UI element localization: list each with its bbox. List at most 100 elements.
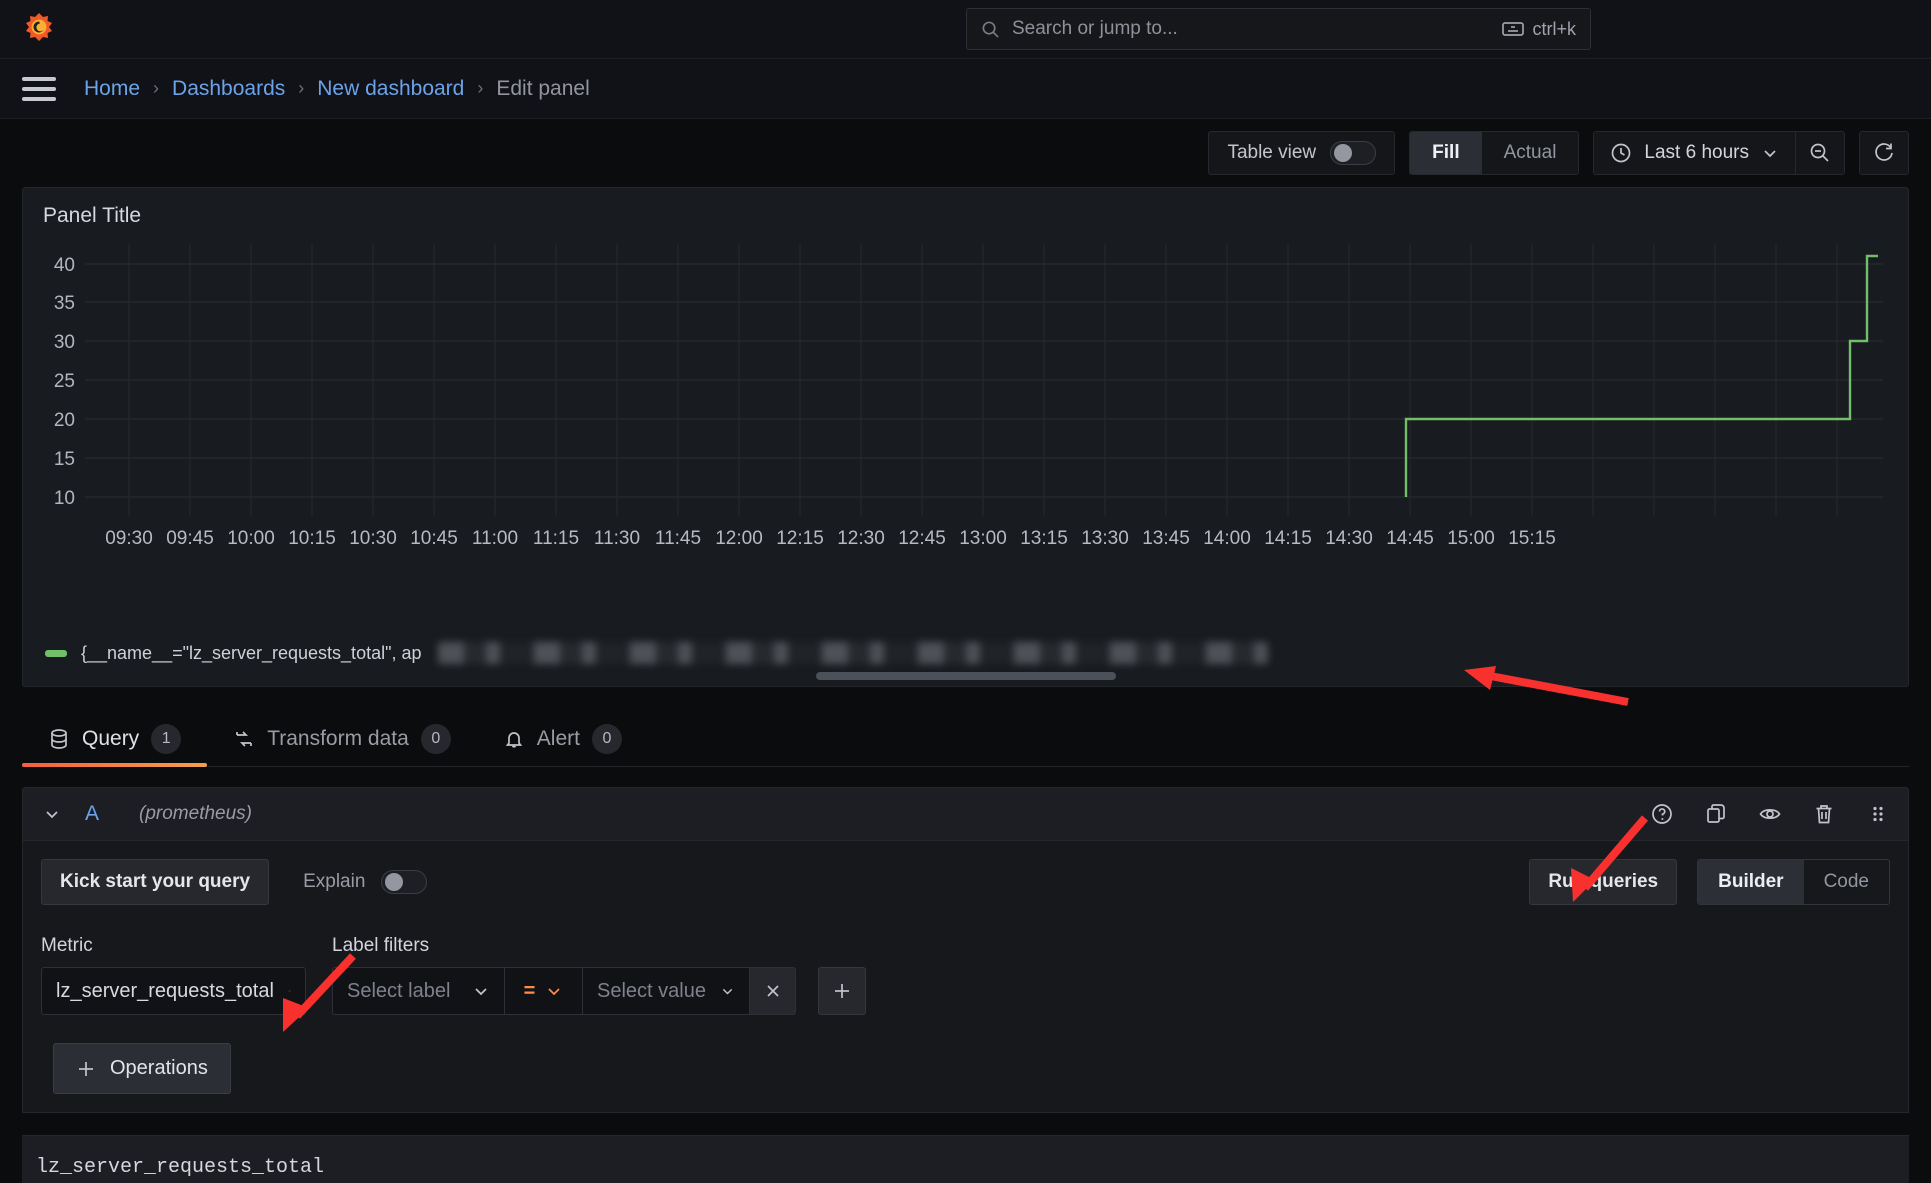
builder-mode-option[interactable]: Builder bbox=[1698, 860, 1803, 904]
metric-label: Metric bbox=[41, 935, 306, 957]
trash-icon[interactable] bbox=[1812, 802, 1836, 826]
close-icon bbox=[763, 981, 783, 1001]
tab-alert-badge: 0 bbox=[592, 724, 622, 754]
query-builder-fields: Metric lz_server_requests_total Label fi… bbox=[41, 935, 1890, 1015]
time-series-chart[interactable]: 4035 3025 2015 10 09:3009:45 10:0010:15 … bbox=[23, 234, 1908, 624]
search-shortcut-hint: ctrl+k bbox=[1502, 19, 1576, 40]
legend-redacted-region bbox=[438, 642, 1268, 664]
tab-alert[interactable]: Alert 0 bbox=[477, 711, 648, 766]
svg-text:10:15: 10:15 bbox=[288, 528, 336, 549]
svg-text:14:15: 14:15 bbox=[1264, 528, 1312, 549]
top-navigation-bar: Search or jump to... ctrl+k bbox=[0, 0, 1931, 59]
search-shortcut-text: ctrl+k bbox=[1532, 19, 1576, 40]
breadcrumb-separator: › bbox=[477, 78, 483, 99]
zoom-out-icon bbox=[1808, 141, 1832, 165]
svg-text:09:30: 09:30 bbox=[105, 528, 153, 549]
actual-option[interactable]: Actual bbox=[1482, 132, 1579, 174]
label-operator-value: = bbox=[524, 980, 536, 1003]
svg-text:40: 40 bbox=[54, 255, 75, 276]
explain-toggle[interactable]: Explain bbox=[303, 870, 427, 894]
svg-text:09:45: 09:45 bbox=[166, 528, 214, 549]
tab-query[interactable]: Query 1 bbox=[22, 711, 207, 766]
hamburger-menu-icon[interactable] bbox=[22, 77, 56, 101]
remove-label-filter-button[interactable] bbox=[750, 967, 796, 1015]
metric-select[interactable]: lz_server_requests_total bbox=[41, 967, 306, 1015]
tab-alert-label: Alert bbox=[537, 727, 580, 751]
svg-text:14:45: 14:45 bbox=[1386, 528, 1434, 549]
svg-text:35: 35 bbox=[54, 293, 75, 314]
svg-text:14:30: 14:30 bbox=[1325, 528, 1373, 549]
panel-horizontal-scrollbar[interactable] bbox=[816, 672, 1116, 680]
query-right-controls: Run queries Builder Code bbox=[1529, 859, 1890, 905]
keyboard-icon bbox=[1502, 21, 1524, 37]
grafana-logo-icon[interactable] bbox=[22, 12, 56, 46]
code-mode-option[interactable]: Code bbox=[1804, 860, 1889, 904]
global-search-input[interactable]: Search or jump to... ctrl+k bbox=[966, 8, 1591, 50]
svg-text:20: 20 bbox=[54, 410, 75, 431]
panel-edit-toolbar: Table view Fill Actual Last 6 hours bbox=[0, 119, 1931, 187]
svg-text:15:15: 15:15 bbox=[1508, 528, 1556, 549]
table-view-switch[interactable] bbox=[1330, 141, 1376, 165]
table-view-toggle[interactable]: Table view bbox=[1208, 131, 1395, 175]
breadcrumb-item-edit-panel: Edit panel bbox=[496, 77, 589, 101]
label-name-select[interactable]: Select label bbox=[332, 967, 504, 1015]
label-filters-label: Label filters bbox=[332, 935, 866, 957]
svg-text:25: 25 bbox=[54, 371, 75, 392]
label-value-placeholder: Select value bbox=[597, 980, 706, 1003]
bell-icon bbox=[503, 728, 525, 750]
query-editor-card: A (prometheus) bbox=[22, 787, 1909, 1183]
metric-value: lz_server_requests_total bbox=[56, 980, 274, 1003]
run-queries-button[interactable]: Run queries bbox=[1529, 859, 1677, 905]
chart-legend[interactable]: {__name__="lz_server_requests_total", ap bbox=[45, 642, 1268, 664]
time-range-picker[interactable]: Last 6 hours bbox=[1593, 131, 1795, 175]
label-value-select[interactable]: Select value bbox=[582, 967, 750, 1015]
svg-text:11:30: 11:30 bbox=[594, 528, 640, 549]
drag-handle-icon[interactable] bbox=[1866, 802, 1890, 826]
chevron-down-icon[interactable] bbox=[41, 803, 63, 825]
query-datasource-label: (prometheus) bbox=[139, 803, 252, 825]
svg-text:13:45: 13:45 bbox=[1142, 528, 1190, 549]
breadcrumb-separator: › bbox=[298, 78, 304, 99]
plus-icon bbox=[831, 980, 853, 1002]
svg-text:12:45: 12:45 bbox=[898, 528, 946, 549]
refresh-dashboard-button[interactable] bbox=[1859, 131, 1909, 175]
query-editor-header: A (prometheus) bbox=[22, 787, 1909, 841]
time-range-controls: Last 6 hours bbox=[1593, 131, 1845, 175]
chevron-down-icon bbox=[288, 982, 291, 1000]
add-label-filter-button[interactable] bbox=[818, 967, 866, 1015]
builder-code-toggle[interactable]: Builder Code bbox=[1697, 859, 1890, 905]
visualization-panel: Panel Title bbox=[22, 187, 1909, 687]
svg-text:11:00: 11:00 bbox=[472, 528, 518, 549]
breadcrumb-item-dashboards[interactable]: Dashboards bbox=[172, 77, 285, 101]
svg-text:12:15: 12:15 bbox=[776, 528, 824, 549]
breadcrumb-separator: › bbox=[153, 78, 159, 99]
zoom-out-button[interactable] bbox=[1795, 131, 1845, 175]
fill-option[interactable]: Fill bbox=[1410, 132, 1481, 174]
duplicate-icon[interactable] bbox=[1704, 802, 1728, 826]
label-name-placeholder: Select label bbox=[347, 980, 450, 1003]
explain-switch[interactable] bbox=[381, 870, 427, 894]
svg-text:30: 30 bbox=[54, 332, 75, 353]
plus-icon bbox=[76, 1059, 96, 1079]
breadcrumb: Home › Dashboards › New dashboard › Edit… bbox=[84, 77, 590, 101]
breadcrumb-item-home[interactable]: Home bbox=[84, 77, 140, 101]
explain-label: Explain bbox=[303, 871, 365, 893]
svg-text:10:30: 10:30 bbox=[349, 528, 397, 549]
svg-text:13:30: 13:30 bbox=[1081, 528, 1129, 549]
fill-actual-segmented-control[interactable]: Fill Actual bbox=[1409, 131, 1579, 175]
help-icon[interactable] bbox=[1650, 802, 1674, 826]
tab-transform-data[interactable]: Transform data 0 bbox=[207, 711, 477, 766]
breadcrumb-item-new-dashboard[interactable]: New dashboard bbox=[317, 77, 464, 101]
svg-text:14:00: 14:00 bbox=[1203, 528, 1251, 549]
panel-editor-tabs: Query 1 Transform data 0 Alert 0 bbox=[22, 711, 1909, 767]
kick-start-query-button[interactable]: Kick start your query bbox=[41, 859, 269, 905]
svg-text:15: 15 bbox=[54, 449, 75, 470]
chevron-down-icon bbox=[720, 982, 735, 1000]
eye-icon[interactable] bbox=[1758, 802, 1782, 826]
label-operator-select[interactable]: = bbox=[504, 967, 582, 1015]
query-preview-text: lz_server_requests_total bbox=[22, 1135, 1909, 1183]
add-operations-button[interactable]: Operations bbox=[53, 1043, 231, 1094]
metric-field-group: Metric lz_server_requests_total bbox=[41, 935, 306, 1015]
query-editor-controls-row: Kick start your query Explain Run querie… bbox=[41, 859, 1890, 905]
query-ref-id[interactable]: A bbox=[85, 802, 99, 826]
